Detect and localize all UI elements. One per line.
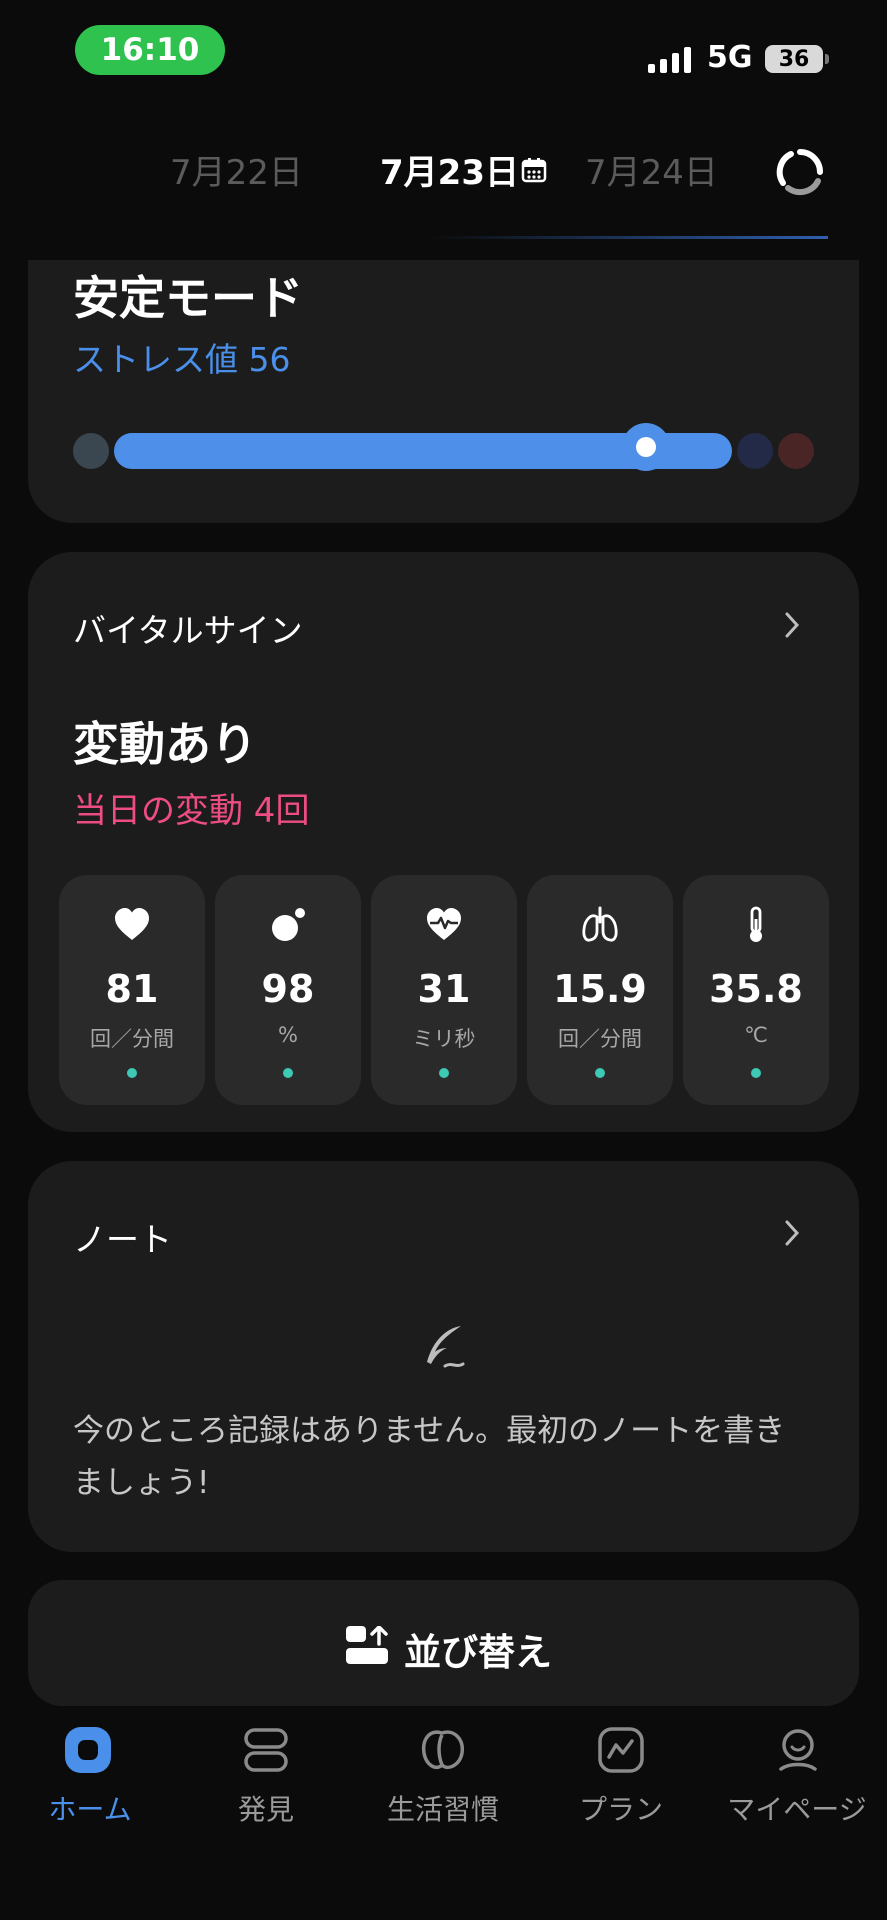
tile-value: 98 [261,967,315,1011]
vital-tile-temperature[interactable]: 35.8 ℃ [683,875,829,1105]
status-dot [595,1068,605,1078]
calendar-icon[interactable] [521,157,547,183]
plan-icon[interactable] [596,1725,646,1775]
status-time: 16:10 [75,25,225,75]
vital-status: 変動あり [73,717,257,771]
tile-value: 35.8 [709,967,803,1011]
status-dot [283,1068,293,1078]
chevron-right-icon[interactable] [784,1219,800,1247]
profile-icon[interactable] [773,1725,823,1775]
quill-icon [427,1326,465,1368]
spo2-icon [272,908,305,941]
tile-unit: ℃ [744,1023,768,1047]
thermometer-icon [750,906,762,942]
stress-scale-high-dot [737,433,773,469]
date-prev[interactable]: 7月22日 [170,145,303,194]
reorder-icon [346,1626,388,1664]
note-empty-text: 今のところ記録はありません。最初のノートを書きましょう! [73,1413,786,1501]
hrv-icon [427,908,461,940]
tile-unit: % [278,1023,298,1047]
cellular-signal-icon [648,47,691,73]
status-dot [751,1068,761,1078]
tile-value: 81 [105,967,159,1011]
stress-scale-max-dot [778,433,814,469]
date-underline [430,236,828,239]
sort-label[interactable]: 並び替え [404,1622,552,1676]
vital-changes: 当日の変動 4回 [73,791,310,831]
tab-home[interactable]: ホーム [0,1788,180,1828]
sync-ring-icon[interactable] [776,148,824,196]
tile-unit: ミリ秒 [412,1027,476,1051]
stress-scale-low-dot [73,433,109,469]
tab-lifestyle[interactable]: 生活習慣 [353,1788,533,1828]
discover-icon[interactable] [241,1725,291,1775]
tile-unit: 回／分間 [558,1027,642,1051]
home-icon[interactable] [63,1725,113,1775]
chevron-right-icon[interactable] [784,611,800,639]
stress-level-knob-center [636,437,656,457]
lifestyle-icon[interactable] [418,1725,468,1775]
tile-value: 15.9 [553,967,647,1011]
tab-discover[interactable]: 発見 [176,1788,356,1828]
vital-tile-spo2[interactable]: 98 % [215,875,361,1105]
note-title: ノート [73,1220,172,1259]
vital-tile-heart-rate[interactable]: 81 回／分間 [59,875,205,1105]
tab-plan[interactable]: プラン [531,1788,711,1828]
tab-mypage[interactable]: マイページ [707,1788,887,1828]
date-current[interactable]: 7月23日 [380,145,519,194]
heart-icon [115,908,149,940]
vital-title: バイタルサイン [73,611,303,650]
lungs-icon [582,906,618,942]
stress-title: 安定モード [73,271,303,325]
status-dot [127,1068,137,1078]
date-next[interactable]: 7月24日 [585,145,718,194]
stress-subtitle: ストレス値 56 [73,340,291,379]
status-dot [439,1068,449,1078]
vital-tile-hrv[interactable]: 31 ミリ秒 [371,875,517,1105]
tile-value: 31 [417,967,471,1011]
network-type: 5G [707,40,753,75]
battery-cap [825,54,829,64]
tile-unit: 回／分間 [90,1027,174,1051]
battery-indicator: 36 [765,45,823,73]
vital-tile-respiration[interactable]: 15.9 回／分間 [527,875,673,1105]
